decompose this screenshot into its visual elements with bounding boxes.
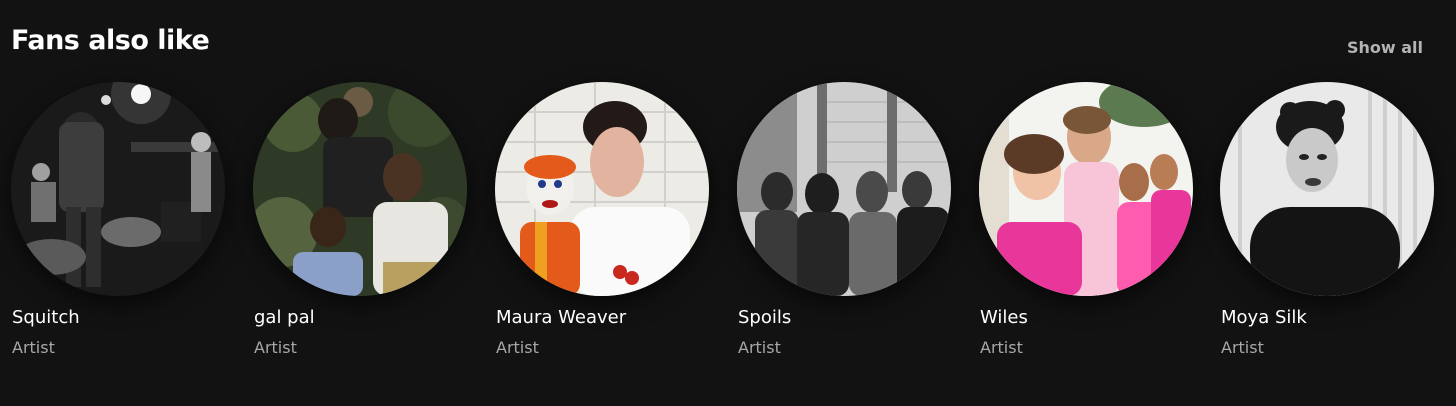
artist-photo — [1220, 82, 1434, 296]
artist-photo — [495, 82, 709, 296]
artist-name[interactable]: Spoils — [738, 307, 791, 328]
artist-image[interactable] — [979, 82, 1193, 296]
artist-card-wiles[interactable]: Wiles Artist — [979, 82, 1193, 372]
artist-image[interactable] — [1220, 82, 1434, 296]
artist-photo — [253, 82, 467, 296]
artist-subtitle: Artist — [254, 338, 297, 357]
artist-name[interactable]: Wiles — [980, 307, 1028, 328]
artist-photo — [11, 82, 225, 296]
artist-card-squitch[interactable]: Squitch Artist — [11, 82, 225, 372]
artist-photo — [979, 82, 1193, 296]
artist-card-moya-silk[interactable]: Moya Silk Artist — [1220, 82, 1434, 372]
artist-name[interactable]: Squitch — [12, 307, 80, 328]
artist-card-maura-weaver[interactable]: Maura Weaver Artist — [495, 82, 709, 372]
artist-image[interactable] — [737, 82, 951, 296]
artist-name[interactable]: Moya Silk — [1221, 307, 1307, 328]
artist-subtitle: Artist — [980, 338, 1023, 357]
artist-image[interactable] — [253, 82, 467, 296]
artist-card-gal-pal[interactable]: gal pal Artist — [253, 82, 467, 372]
artist-subtitle: Artist — [738, 338, 781, 357]
artist-image[interactable] — [495, 82, 709, 296]
artist-name[interactable]: gal pal — [254, 307, 315, 328]
artist-subtitle: Artist — [1221, 338, 1264, 357]
artist-subtitle: Artist — [12, 338, 55, 357]
artist-name[interactable]: Maura Weaver — [496, 307, 626, 328]
artist-card-row: Squitch Artist gal pal Artist Maura Weav… — [0, 0, 1456, 406]
artist-image[interactable] — [11, 82, 225, 296]
artist-photo — [737, 82, 951, 296]
artist-card-spoils[interactable]: Spoils Artist — [737, 82, 951, 372]
artist-subtitle: Artist — [496, 338, 539, 357]
